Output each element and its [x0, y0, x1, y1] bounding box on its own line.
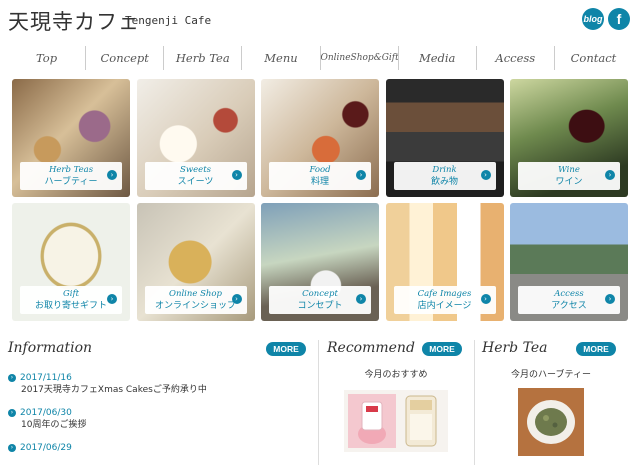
tile-label: Access アクセス ›: [518, 286, 620, 314]
tile-gift[interactable]: Gift お取り寄せギフト ›: [12, 203, 130, 321]
tile-label: Gift お取り寄せギフト ›: [20, 286, 122, 314]
news-date-text: 2017/11/16: [20, 373, 72, 383]
information-more-button[interactable]: MORE: [266, 342, 306, 356]
recommend-caption: 今月のおすすめ: [364, 370, 428, 380]
tile-drink[interactable]: Drink 飲み物 ›: [385, 79, 504, 197]
tile-label-jp: ハーブティー: [44, 177, 98, 187]
news-date: › 2017/06/29: [8, 442, 308, 454]
information-title: Information: [8, 340, 93, 356]
logo-japanese[interactable]: 天現寺カフェ: [8, 6, 140, 36]
nav-herb-tea[interactable]: Herb Tea: [163, 46, 241, 70]
arrow-right-icon: ›: [8, 373, 16, 382]
site-header: 天現寺カフェ Tengenji Cafe blog f: [0, 0, 640, 42]
arrow-right-icon: ›: [107, 170, 117, 180]
nav-media[interactable]: Media: [397, 46, 476, 70]
tile-label-jp: スイーツ: [177, 177, 214, 187]
news-item[interactable]: › 2017/11/16 2017天現寺カフェXmas Cakesご予約承り中: [8, 372, 308, 397]
recommend-photo: [344, 390, 448, 452]
recommend-image[interactable]: [344, 390, 448, 452]
arrow-right-icon: ›: [356, 170, 366, 180]
news-date: › 2017/11/16: [8, 372, 308, 384]
herb-tea-more-button[interactable]: MORE: [576, 342, 616, 356]
news-date-text: 2017/06/30: [20, 408, 72, 418]
blog-icon[interactable]: blog: [582, 8, 604, 30]
facebook-icon[interactable]: f: [608, 8, 630, 30]
arrow-right-icon: ›: [480, 170, 491, 180]
tile-label-jp: ワイン: [555, 177, 583, 187]
tile-label-jp: お取り寄せギフト: [34, 301, 107, 311]
tile-concept[interactable]: Concept コンセプト ›: [261, 203, 379, 321]
arrow-right-icon: ›: [8, 408, 16, 417]
tile-sweets[interactable]: Sweets スイーツ ›: [136, 79, 255, 197]
tile-label: Cafe Images 店内イメージ ›: [393, 286, 496, 314]
tile-label-jp: 店内イメージ: [417, 301, 472, 311]
herb-tea-title: Herb Tea: [482, 340, 548, 356]
tile-herb-teas[interactable]: Herb Teas ハーブティー ›: [12, 79, 130, 197]
news-date: › 2017/06/30: [8, 407, 308, 419]
main-nav: Top Concept Herb Tea Menu OnlineShop&Gif…: [8, 46, 632, 70]
news-item[interactable]: › 2017/06/30 10周年のご挨拶: [8, 407, 308, 432]
logo-english[interactable]: Tengenji Cafe: [125, 14, 211, 27]
herb-tea-photo: [518, 388, 584, 456]
herb-tea-caption: 今月のハーブティー: [511, 370, 591, 380]
arrow-right-icon: ›: [231, 294, 242, 304]
recommend-title: Recommend: [327, 340, 415, 356]
tile-cafe-images[interactable]: Cafe Images 店内イメージ ›: [385, 203, 504, 321]
tile-food[interactable]: Food 料理 ›: [261, 79, 379, 197]
tile-label-jp: 飲み物: [430, 177, 458, 187]
arrow-right-icon: ›: [231, 170, 242, 180]
arrow-right-icon: ›: [356, 294, 366, 304]
tile-label-jp: オンラインショップ: [154, 301, 236, 311]
nav-access[interactable]: Access: [475, 46, 554, 70]
news-date-text: 2017/06/29: [20, 443, 72, 453]
nav-top[interactable]: Top: [8, 46, 85, 70]
nav-contact[interactable]: Contact: [553, 46, 632, 70]
tile-label-jp: コンセプト: [297, 301, 343, 311]
news-title[interactable]: 2017天現寺カフェXmas Cakesご予約承り中: [8, 384, 308, 397]
news-title[interactable]: 10周年のご挨拶: [8, 419, 308, 432]
tile-label: Food 料理 ›: [269, 162, 371, 190]
tile-online-shop[interactable]: Online Shop オンラインショップ ›: [136, 203, 255, 321]
nav-menu[interactable]: Menu: [241, 46, 319, 70]
arrow-right-icon: ›: [605, 294, 615, 304]
tile-label: Drink 飲み物 ›: [393, 162, 496, 190]
tile-label: Sweets スイーツ ›: [144, 162, 247, 190]
tile-label-jp: アクセス: [551, 301, 587, 311]
nav-online-shop-gift[interactable]: OnlineShop&Gift: [319, 46, 398, 70]
news-list: › 2017/11/16 2017天現寺カフェXmas Cakesご予約承り中 ›…: [8, 372, 308, 458]
tile-label-jp: 料理: [310, 177, 329, 187]
recommend-more-button[interactable]: MORE: [422, 342, 462, 356]
arrow-right-icon: ›: [8, 443, 16, 452]
divider: [318, 340, 319, 465]
tile-label: Herb Teas ハーブティー ›: [20, 162, 122, 190]
tile-wine[interactable]: Wine ワイン ›: [510, 79, 628, 197]
nav-concept[interactable]: Concept: [85, 46, 163, 70]
arrow-right-icon: ›: [107, 294, 117, 304]
tile-access[interactable]: Access アクセス ›: [510, 203, 628, 321]
divider: [474, 340, 475, 465]
tile-label: Online Shop オンラインショップ ›: [144, 286, 247, 314]
tile-label: Wine ワイン ›: [518, 162, 620, 190]
herb-tea-image[interactable]: [518, 388, 584, 456]
arrow-right-icon: ›: [480, 294, 491, 304]
news-item[interactable]: › 2017/06/29: [8, 442, 308, 454]
arrow-right-icon: ›: [605, 170, 615, 180]
tile-label: Concept コンセプト ›: [269, 286, 371, 314]
